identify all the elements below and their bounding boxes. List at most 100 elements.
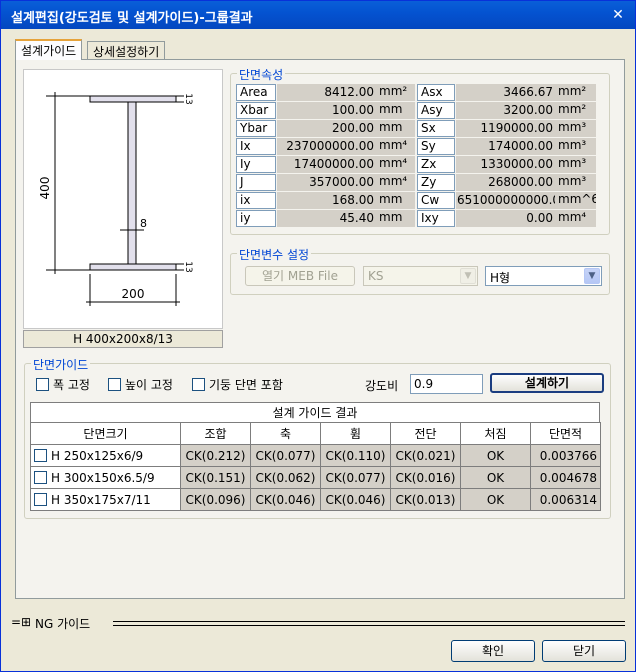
prop-label: J xyxy=(236,174,276,191)
column-header[interactable]: 단면크기 xyxy=(30,422,181,445)
prop-unit: mm⁴ xyxy=(377,156,415,173)
section-size-cell[interactable]: H 250x125x6/9 xyxy=(30,444,181,467)
title-bar[interactable]: 설계편집(강도검토 및 설계가이드)-그룹결과 ✕ xyxy=(1,1,635,29)
prop-value: 3466.67 xyxy=(456,84,556,101)
height-dim-label: 400 xyxy=(38,177,52,200)
section-vars-legend: 단면변수 설정 xyxy=(237,246,312,263)
divider xyxy=(113,621,625,622)
prop-value: 17400000.00 xyxy=(277,156,377,173)
open-meb-file-button[interactable]: 열기 MEB File xyxy=(245,266,355,286)
ng-guide-label[interactable]: NG 가이드 xyxy=(35,615,90,632)
prop-value: 174000.00 xyxy=(456,138,556,155)
property-row: J 357000.00 mm⁴ Zy 268000.00 mm³ xyxy=(236,174,598,192)
area-cell: 0.003766 xyxy=(530,444,601,467)
close-button[interactable]: 닫기 xyxy=(542,640,626,662)
shear-cell: CK(0.016) xyxy=(390,466,461,489)
top-flange-dim-label: 13 xyxy=(183,93,193,104)
close-icon[interactable]: ✕ xyxy=(609,6,627,24)
prop-value: 268000.00 xyxy=(456,174,556,191)
column-header[interactable]: 휨 xyxy=(320,422,391,445)
column-header[interactable]: 축 xyxy=(250,422,321,445)
ok-button[interactable]: 확인 xyxy=(451,640,535,662)
design-button[interactable]: 설계하기 xyxy=(490,373,604,393)
fix-width-checkbox[interactable]: 폭 고정 xyxy=(36,376,90,392)
result-table: 단면크기 조합 축 휨 전단 처짐 단면적 H 250x125x6/9 CK(0… xyxy=(30,422,601,511)
bending-cell: CK(0.110) xyxy=(320,444,391,467)
tab-detail-settings[interactable]: 상세설정하기 xyxy=(87,41,166,59)
prop-value: 0.00 xyxy=(456,210,556,227)
prop-unit: mm³ xyxy=(556,138,596,155)
checkbox-box[interactable] xyxy=(34,470,47,484)
prop-unit: mm³ xyxy=(556,120,596,137)
checkbox-box[interactable] xyxy=(34,448,47,462)
table-row[interactable]: H 350x175x7/11 CK(0.096) CK(0.046) CK(0.… xyxy=(30,488,601,511)
prop-label: Zy xyxy=(417,174,455,191)
property-row: Xbar 100.00 mm Asy 3200.00 mm² xyxy=(236,102,598,120)
prop-unit: mm xyxy=(377,120,415,137)
prop-unit: mm xyxy=(377,210,415,227)
prop-label: Area xyxy=(236,84,276,101)
axial-cell: CK(0.077) xyxy=(250,444,321,467)
section-size-cell[interactable]: H 300x150x6.5/9 xyxy=(30,466,181,489)
prop-unit: mm³ xyxy=(556,156,596,173)
area-cell: 0.006314 xyxy=(530,488,601,511)
table-row[interactable]: H 300x150x6.5/9 CK(0.151) CK(0.062) CK(0… xyxy=(30,466,601,489)
prop-value: 3200.00 xyxy=(456,102,556,119)
strength-ratio-input[interactable]: 0.9 xyxy=(410,374,483,394)
prop-value: 45.40 xyxy=(277,210,377,227)
prop-label: Sx xyxy=(417,120,455,137)
checkbox-box[interactable] xyxy=(108,378,121,391)
prop-value: 237000000.00 xyxy=(277,138,377,155)
prop-label: Ixy xyxy=(417,210,455,227)
property-row: iy 45.40 mm Ixy 0.00 mm⁴ xyxy=(236,210,598,228)
section-guide-legend: 단면가이드 xyxy=(31,356,91,373)
prop-label: Sy xyxy=(417,138,455,155)
prop-label: Zx xyxy=(417,156,455,173)
db-select[interactable]: KS ▼ xyxy=(363,266,478,286)
shape-select[interactable]: H형 ▼ xyxy=(485,266,602,286)
prop-label: Asx xyxy=(417,84,455,101)
table-row[interactable]: H 250x125x6/9 CK(0.212) CK(0.077) CK(0.1… xyxy=(30,444,601,467)
section-size-cell[interactable]: H 350x175x7/11 xyxy=(30,488,181,511)
shear-cell: CK(0.013) xyxy=(390,488,461,511)
window-title: 설계편집(강도검토 및 설계가이드)-그룹결과 xyxy=(11,11,253,26)
column-header[interactable]: 조합 xyxy=(180,422,251,445)
property-row: ix168.00mmCw651000000000.00mm^6 xyxy=(236,192,598,210)
shear-cell: CK(0.021) xyxy=(390,444,461,467)
divider xyxy=(113,625,625,626)
include-column-label: 기둥 단면 포함 xyxy=(209,378,283,392)
prop-unit: mm² xyxy=(556,102,596,119)
prop-unit: mm⁴ xyxy=(556,210,596,227)
prop-label: Ybar xyxy=(236,120,276,137)
axial-cell: CK(0.046) xyxy=(250,488,321,511)
prop-unit: mm^6 xyxy=(556,192,596,209)
checkbox-box[interactable] xyxy=(192,378,205,391)
expand-icon[interactable]: =⊞ xyxy=(11,615,31,629)
prop-label: ix xyxy=(236,192,276,209)
prop-unit: mm² xyxy=(556,84,596,101)
checkbox-box[interactable] xyxy=(36,378,49,391)
column-header[interactable]: 단면적 xyxy=(530,422,601,445)
chevron-down-icon: ▼ xyxy=(460,268,476,284)
deflection-cell: OK xyxy=(460,444,531,467)
deflection-cell: OK xyxy=(460,466,531,489)
fix-height-checkbox[interactable]: 높이 고정 xyxy=(108,376,173,392)
prop-label: Asy xyxy=(417,102,455,119)
section-size-label: H 350x175x7/11 xyxy=(51,492,151,507)
section-drawing: 400 200 8 13 13 xyxy=(23,69,223,329)
section-size-label: H 250x125x6/9 xyxy=(51,448,144,463)
web-dim-label: 8 xyxy=(140,217,147,230)
column-header[interactable]: 전단 xyxy=(390,422,461,445)
checkbox-box[interactable] xyxy=(34,492,47,506)
fix-width-label: 폭 고정 xyxy=(53,378,90,392)
combo-cell: CK(0.212) xyxy=(180,444,251,467)
tab-design-guide[interactable]: 설계가이드 xyxy=(15,39,83,60)
dialog-window: 설계편집(강도검토 및 설계가이드)-그룹결과 ✕ 설계가이드 상세설정하기 4… xyxy=(0,0,636,672)
prop-value: 357000.00 xyxy=(277,174,377,191)
bending-cell: CK(0.046) xyxy=(320,488,391,511)
property-row: Iy 17400000.00 mm⁴ Zx 1330000.00 mm³ xyxy=(236,156,598,174)
include-column-checkbox[interactable]: 기둥 단면 포함 xyxy=(192,376,283,392)
prop-unit: mm² xyxy=(377,84,415,101)
property-row: Ybar 200.00 mm Sx 1190000.00 mm³ xyxy=(236,120,598,138)
column-header[interactable]: 처짐 xyxy=(460,422,531,445)
